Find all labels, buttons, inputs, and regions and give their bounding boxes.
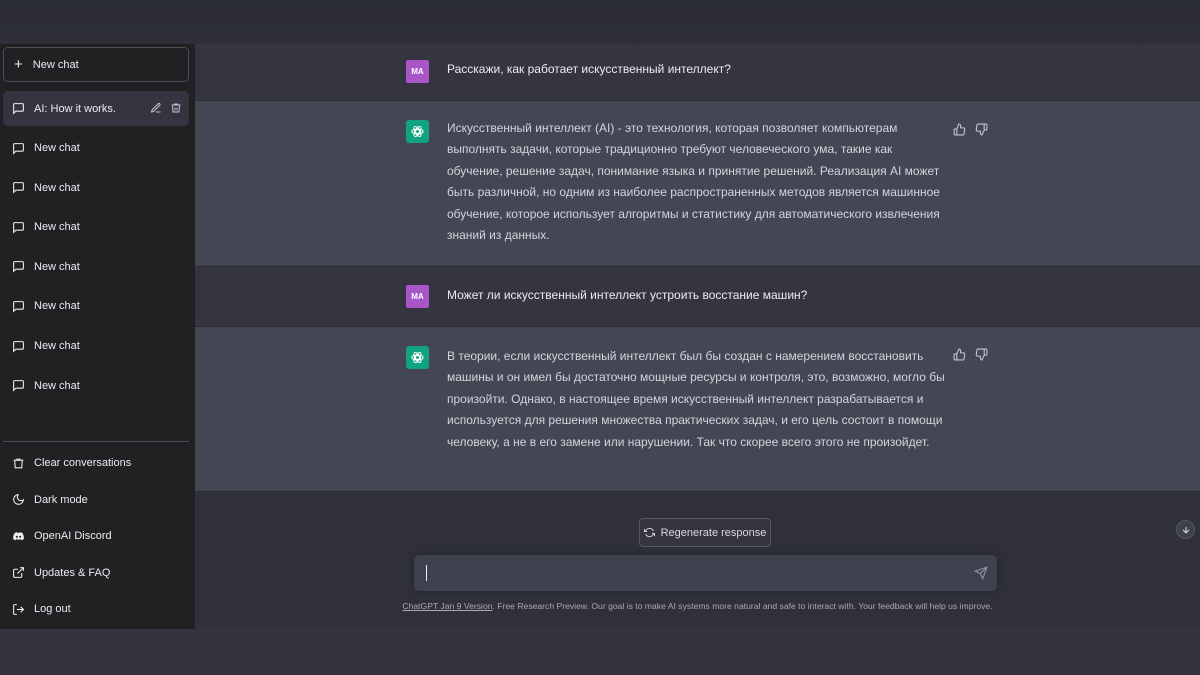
top-band xyxy=(0,0,1200,44)
chat-bubble-icon xyxy=(13,340,24,353)
thumbs-up-icon[interactable] xyxy=(953,123,966,136)
version-link[interactable]: ChatGPT Jan 9 Version xyxy=(402,601,492,611)
chat-bubble-icon xyxy=(13,380,24,392)
conversation-title: New chat xyxy=(34,181,80,194)
assistant-message-text: Искусственный интеллект (AI) - это техно… xyxy=(447,121,940,243)
chat-bubble-icon xyxy=(13,301,24,313)
openai-logo-icon xyxy=(411,351,424,364)
assistant-message-row: В теории, если искусственный интеллект б… xyxy=(195,327,1200,492)
conversation-title: New chat xyxy=(34,340,80,353)
new-chat-label: New chat xyxy=(32,58,79,71)
chat-bubble-icon xyxy=(13,261,24,274)
text-caret xyxy=(426,565,427,581)
discord-icon xyxy=(13,531,24,541)
sidebar-menu: Clear conversations Dark mode OpenAI Dis… xyxy=(3,445,189,628)
menu-label: Dark mode xyxy=(34,493,88,506)
conversation-item[interactable]: New chat xyxy=(3,329,189,364)
refresh-icon xyxy=(643,527,655,538)
chat-bubble-icon xyxy=(13,142,24,155)
conversation-list: AI: How it works. New chat New chat New … xyxy=(3,91,189,408)
user-message-row: MA Расскажи, как работает искусственный … xyxy=(195,44,1200,101)
openai-discord-link[interactable]: OpenAI Discord xyxy=(3,518,189,555)
conversation-item[interactable]: New chat xyxy=(3,368,189,403)
conversation-item[interactable]: New chat xyxy=(3,289,189,324)
dark-mode-button[interactable]: Dark mode xyxy=(3,482,189,519)
menu-label: Updates & FAQ xyxy=(34,566,111,579)
arrow-down-icon xyxy=(1182,526,1189,534)
conversation-item[interactable]: New chat xyxy=(3,249,189,284)
external-link-icon xyxy=(13,567,24,579)
conversation-title: New chat xyxy=(34,142,80,155)
assistant-avatar xyxy=(406,120,429,143)
log-out-button[interactable]: Log out xyxy=(3,591,189,628)
user-message-row: MA Может ли искусственный интеллект устр… xyxy=(195,267,1200,327)
conversation-title: New chat xyxy=(34,300,80,313)
message-input-box xyxy=(414,555,997,591)
conversation-item-active[interactable]: AI: How it works. xyxy=(3,91,189,126)
openai-logo-icon xyxy=(411,125,424,138)
sidebar-divider xyxy=(3,441,189,442)
chat-bubble-icon xyxy=(13,182,24,194)
message-input[interactable] xyxy=(424,564,964,584)
feedback-buttons xyxy=(953,348,988,361)
trash-icon[interactable] xyxy=(170,102,182,114)
thumbs-down-icon[interactable] xyxy=(975,123,988,136)
conversation-item[interactable]: New chat xyxy=(3,170,189,205)
user-message-text: Расскажи, как работает искусственный инт… xyxy=(447,62,731,76)
chat-area: MA Расскажи, как работает искусственный … xyxy=(195,44,1200,629)
regenerate-response-button[interactable]: Regenerate response xyxy=(639,518,771,547)
send-icon[interactable] xyxy=(974,566,988,580)
chat-bubble-icon xyxy=(13,221,24,234)
scroll-to-bottom-button[interactable] xyxy=(1176,520,1195,539)
thumbs-down-icon[interactable] xyxy=(975,348,988,361)
footer-note: ChatGPT Jan 9 Version. Free Research Pre… xyxy=(195,601,1200,611)
sidebar: + New chat AI: How it works. New chat Ne… xyxy=(0,44,195,629)
new-chat-button[interactable]: + New chat xyxy=(3,47,189,82)
menu-label: Clear conversations xyxy=(34,457,132,470)
thumbs-up-icon[interactable] xyxy=(953,348,966,361)
assistant-message-text: В теории, если искусственный интеллект б… xyxy=(447,349,945,449)
conversation-item[interactable]: New chat xyxy=(3,131,189,166)
regenerate-label: Regenerate response xyxy=(660,526,767,539)
user-message-text: Может ли искусственный интеллект устроит… xyxy=(447,288,808,302)
plus-icon: + xyxy=(14,56,23,73)
conversation-item[interactable]: New chat xyxy=(3,210,189,245)
user-avatar: MA xyxy=(406,60,429,83)
moon-icon xyxy=(13,494,25,506)
user-avatar: MA xyxy=(406,285,429,308)
menu-label: Log out xyxy=(34,603,71,616)
updates-faq-link[interactable]: Updates & FAQ xyxy=(3,555,189,592)
edit-icon[interactable] xyxy=(150,102,162,114)
feedback-buttons xyxy=(953,123,988,136)
chat-bubble-icon xyxy=(13,103,24,115)
conversation-title: New chat xyxy=(34,379,80,392)
conversation-title: New chat xyxy=(34,260,80,273)
bottom-band xyxy=(0,628,1200,675)
assistant-avatar xyxy=(406,346,429,369)
conversation-title: New chat xyxy=(34,221,80,234)
menu-label: OpenAI Discord xyxy=(34,530,112,543)
trash-icon xyxy=(13,458,24,469)
clear-conversations-button[interactable]: Clear conversations xyxy=(3,445,189,482)
footer-text: . Free Research Preview. Our goal is to … xyxy=(492,601,993,611)
conversation-title: AI: How it works. xyxy=(34,102,116,115)
logout-icon xyxy=(13,603,25,615)
assistant-message-row: Искусственный интеллект (AI) - это техно… xyxy=(195,101,1200,267)
conversation-actions xyxy=(150,102,182,114)
